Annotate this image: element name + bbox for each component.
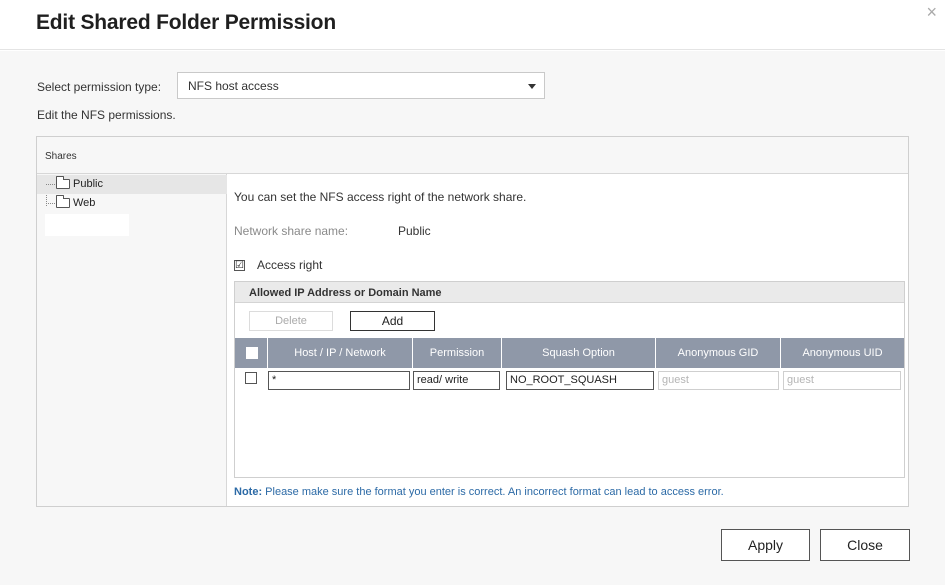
table-row: * read/ write NO_ROOT_SQUASH guest guest [235, 370, 904, 390]
allowed-ip-section: Allowed IP Address or Domain Name Delete… [234, 281, 905, 478]
column-header-squash: Squash Option [502, 338, 656, 368]
host-input[interactable]: * [268, 371, 410, 390]
shares-title: Shares [45, 151, 77, 162]
squash-option-select[interactable]: NO_ROOT_SQUASH [506, 371, 654, 390]
access-right-label: Access right [257, 258, 323, 272]
close-button[interactable]: Close [820, 529, 910, 561]
permission-description: Edit the NFS permissions. [37, 108, 176, 122]
add-button[interactable]: Add [350, 311, 435, 331]
access-right-checkbox[interactable]: ☑ [234, 260, 245, 271]
row-checkbox[interactable] [245, 372, 257, 384]
tree-connector [46, 184, 55, 185]
dialog-body: Select permission type: NFS host access … [0, 51, 945, 585]
column-header-host: Host / IP / Network [268, 338, 413, 368]
network-share-value: Public [398, 224, 431, 238]
shares-panel: Shares Public Web You can set the NFS ac… [36, 136, 909, 507]
folder-icon [56, 176, 70, 189]
tree-item-label: Web [73, 197, 96, 209]
allowed-ip-header: Allowed IP Address or Domain Name [235, 282, 904, 303]
apply-button[interactable]: Apply [721, 529, 810, 561]
anonymous-gid-input[interactable]: guest [658, 371, 779, 390]
column-header-permission: Permission [413, 338, 502, 368]
column-header-gid: Anonymous GID [656, 338, 781, 368]
format-note: Note: Please make sure the format you en… [234, 486, 724, 498]
dialog-title: Edit Shared Folder Permission [36, 11, 336, 34]
tree-blank-area [45, 214, 129, 236]
permission-type-select[interactable]: NFS host access [177, 72, 545, 99]
permission-type-value: NFS host access [188, 79, 279, 93]
note-prefix: Note: [234, 486, 263, 498]
folder-icon [56, 195, 70, 208]
host-table-header: Host / IP / Network Permission Squash Op… [235, 338, 904, 368]
anonymous-uid-input[interactable]: guest [783, 371, 901, 390]
nfs-intro-text: You can set the NFS access right of the … [234, 190, 527, 204]
note-text: Please make sure the format you enter is… [262, 486, 724, 498]
close-icon[interactable]: × [926, 2, 937, 22]
tree-item-public[interactable]: Public [37, 175, 227, 194]
column-header-uid: Anonymous UID [802, 347, 883, 359]
share-tree: Public Web [37, 174, 227, 506]
permission-type-label: Select permission type: [37, 80, 162, 94]
select-all-checkbox[interactable] [246, 347, 258, 359]
share-content: You can set the NFS access right of the … [228, 174, 908, 506]
network-share-label: Network share name: [234, 224, 349, 238]
permission-select[interactable]: read/ write [413, 371, 500, 390]
dialog-header: Edit Shared Folder Permission × [0, 0, 945, 50]
shares-header: Shares [37, 137, 908, 174]
chevron-down-icon [528, 84, 536, 89]
tree-connector [46, 203, 55, 204]
tree-item-label: Public [73, 178, 103, 190]
tree-item-web[interactable]: Web [37, 194, 227, 213]
delete-button[interactable]: Delete [249, 311, 333, 331]
allowed-ip-title: Allowed IP Address or Domain Name [249, 287, 442, 299]
select-all-cell [235, 338, 268, 368]
